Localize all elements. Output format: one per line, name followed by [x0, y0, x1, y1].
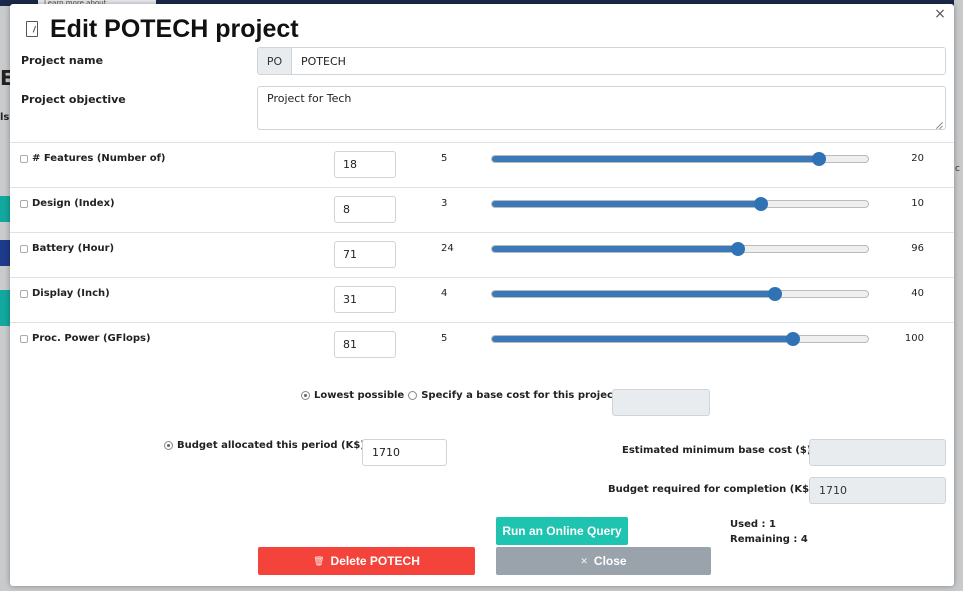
attribute-min: 3: [441, 198, 448, 209]
attribute-label-text: Design (Index): [32, 198, 115, 209]
battery-icon: [20, 244, 28, 253]
modal-title: Edit POTECH project: [50, 14, 299, 43]
attribute-slider-track[interactable]: [491, 245, 869, 253]
attribute-slider-thumb[interactable]: [811, 152, 826, 166]
attribute-slider-track[interactable]: [491, 290, 869, 298]
attribute-value-input[interactable]: [334, 241, 396, 268]
display-icon: [20, 289, 28, 298]
attribute-min: 5: [441, 333, 448, 344]
project-name-group: PO: [257, 47, 946, 75]
x-icon: ✕: [580, 555, 588, 566]
budget-allocated-input[interactable]: [362, 439, 447, 466]
attribute-value-input[interactable]: [334, 286, 396, 313]
attribute-max: 10: [911, 198, 924, 209]
attribute-slider-fill: [492, 156, 818, 162]
attribute-label-text: # Features (Number of): [32, 153, 166, 164]
processor-icon: [20, 334, 28, 343]
base-cost-input[interactable]: [612, 389, 710, 416]
features-icon: [20, 154, 28, 163]
estimated-min-cost-label: Estimated minimum base cost ($): [622, 445, 812, 456]
modal-header: Edit POTECH project: [26, 14, 299, 44]
attribute-slider-thumb[interactable]: [767, 287, 782, 301]
edit-project-modal: × Edit POTECH project Project name PO Pr…: [10, 4, 954, 586]
delete-project-button[interactable]: 🗑 Delete POTECH: [258, 547, 475, 575]
attribute-min: 4: [441, 288, 448, 299]
background-right: [954, 0, 963, 591]
attribute-row: Design (Index) 3 10: [10, 187, 954, 232]
attribute-label: Battery (Hour): [20, 243, 114, 254]
attribute-slider-fill: [492, 291, 774, 297]
attribute-label: Design (Index): [20, 198, 115, 209]
project-objective-label: Project objective: [21, 93, 126, 106]
attribute-value-input[interactable]: [334, 196, 396, 223]
budget-required-value: 1710: [809, 477, 946, 504]
attribute-min: 24: [441, 243, 454, 254]
attribute-max: 100: [904, 333, 924, 344]
background-right-text: c: [955, 164, 960, 174]
attribute-label-text: Display (Inch): [32, 288, 110, 299]
design-icon: [20, 199, 28, 208]
attribute-value-input[interactable]: [334, 151, 396, 178]
background-chip: [0, 196, 10, 222]
attribute-label-text: Proc. Power (GFlops): [32, 333, 151, 344]
attribute-min: 5: [441, 153, 448, 164]
attribute-row: Display (Inch) 4 40: [10, 277, 954, 322]
project-objective-input[interactable]: [257, 86, 946, 130]
lowest-possible-radio[interactable]: [301, 391, 310, 400]
background-chip: [0, 290, 10, 326]
resize-handle-icon[interactable]: [936, 121, 944, 129]
budget-allocated-label: Budget allocated this period (K$): [177, 440, 365, 451]
lowest-possible-label: Lowest possible: [314, 390, 405, 401]
specify-base-cost-label: Specify a base cost for this project: [421, 390, 618, 401]
close-icon[interactable]: ×: [932, 6, 948, 22]
attribute-row: # Features (Number of) 5 20: [10, 142, 954, 187]
trash-icon: 🗑: [313, 555, 325, 566]
project-name-input[interactable]: [292, 48, 945, 74]
close-button[interactable]: ✕ Close: [496, 547, 711, 575]
background-heading: EA: [0, 66, 10, 90]
attribute-label: # Features (Number of): [20, 153, 166, 164]
close-label: Close: [593, 554, 627, 568]
used-count: Used : 1: [730, 519, 776, 530]
specify-base-cost-radio[interactable]: [408, 391, 418, 400]
remaining-count: Remaining : 4: [730, 534, 808, 545]
attribute-row: Battery (Hour) 24 96: [10, 232, 954, 277]
budget-required-label: Budget required for completion (K$):: [608, 484, 818, 495]
attribute-slider-track[interactable]: [491, 335, 869, 343]
attribute-slider-thumb[interactable]: [754, 197, 768, 211]
attribute-slider-fill: [492, 336, 793, 342]
attribute-max: 20: [911, 153, 924, 164]
background-chip: [0, 240, 10, 266]
attribute-slider-fill: [492, 201, 761, 207]
background-text: ls: [0, 112, 10, 123]
attribute-label: Proc. Power (GFlops): [20, 333, 151, 344]
run-online-query-button[interactable]: Run an Online Query: [496, 517, 628, 545]
query-usage: Used : 1 Remaining : 4: [730, 517, 808, 547]
attribute-row: Proc. Power (GFlops) 5 100: [10, 322, 954, 367]
project-name-label: Project name: [21, 54, 104, 67]
estimated-min-cost-value: [809, 439, 946, 466]
attribute-value-input[interactable]: [334, 331, 396, 358]
project-name-prefix: PO: [258, 48, 292, 74]
attribute-label-text: Battery (Hour): [32, 243, 115, 254]
edit-icon: [26, 21, 38, 37]
attribute-slider-thumb[interactable]: [730, 242, 745, 256]
budget-allocated-group: Budget allocated this period (K$): [164, 440, 365, 451]
attribute-slider-fill: [492, 246, 738, 252]
attribute-slider-thumb[interactable]: [786, 332, 801, 346]
attribute-slider-track[interactable]: [491, 200, 869, 208]
attribute-max: 96: [911, 243, 924, 254]
delete-project-label: Delete POTECH: [330, 554, 420, 568]
attribute-label: Display (Inch): [20, 288, 110, 299]
attribute-max: 40: [911, 288, 924, 299]
base-cost-options: Lowest possible Specify a base cost for …: [301, 390, 622, 401]
budget-allocated-radio[interactable]: [164, 441, 173, 450]
